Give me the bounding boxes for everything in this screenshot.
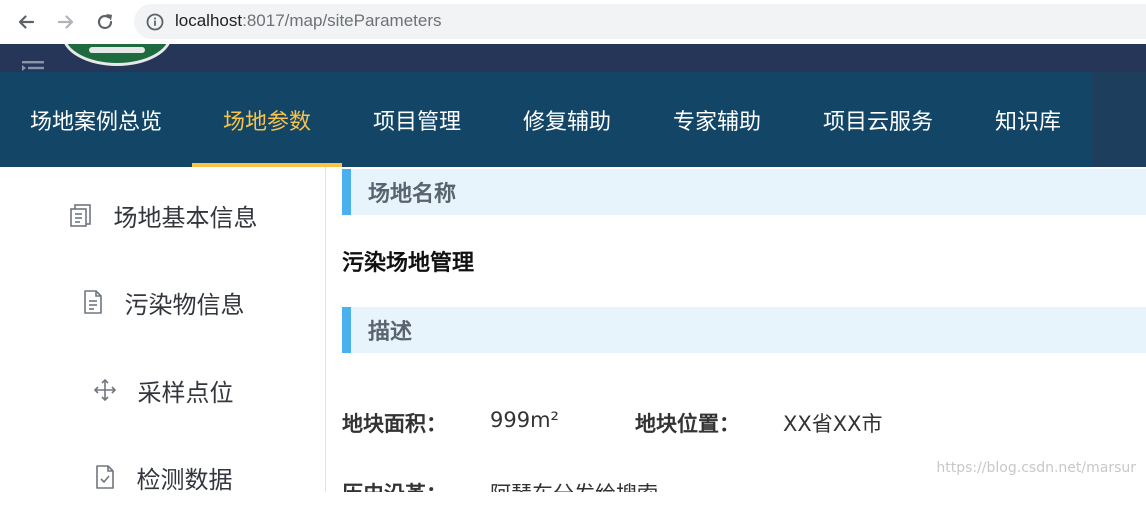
logo bbox=[62, 44, 172, 66]
sidebar-item-test-data[interactable]: 检测数据 bbox=[0, 447, 325, 507]
nav-project-cloud[interactable]: 项目云服务 bbox=[792, 72, 964, 167]
nav-edge bbox=[1092, 72, 1146, 167]
sidebar-item-sampling-points[interactable]: 采样点位 bbox=[0, 360, 325, 420]
sidebar-item-label: 采样点位 bbox=[138, 373, 234, 408]
site-name-value: 污染场地管理 bbox=[342, 245, 474, 277]
url-text: localhost:8017/map/siteParameters bbox=[175, 11, 442, 31]
field-value-history: 阿琴车分发给搜索 bbox=[490, 478, 658, 492]
app-header bbox=[0, 44, 1146, 72]
field-label-location: 地块位置： bbox=[635, 408, 740, 438]
address-bar[interactable]: localhost:8017/map/siteParameters bbox=[134, 4, 1146, 39]
field-value-area: 999m² bbox=[490, 408, 559, 432]
move-arrows-icon bbox=[92, 377, 118, 403]
document-check-icon bbox=[93, 464, 117, 490]
copy-document-icon bbox=[68, 202, 94, 228]
field-value-location: XX省XX市 bbox=[783, 408, 883, 438]
section-header-description: 描述 bbox=[342, 307, 1146, 353]
document-text-icon bbox=[81, 289, 105, 315]
forward-button[interactable] bbox=[53, 9, 79, 35]
nav-site-overview[interactable]: 场地案例总览 bbox=[0, 72, 192, 167]
sidebar-item-basic-info[interactable]: 场地基本信息 bbox=[0, 185, 325, 245]
menu-toggle-icon[interactable] bbox=[22, 60, 44, 72]
nav-knowledge-base[interactable]: 知识库 bbox=[964, 72, 1092, 167]
sidebar-item-label: 污染物信息 bbox=[125, 285, 245, 320]
nav-remediation-assist[interactable]: 修复辅助 bbox=[492, 72, 642, 167]
nav-site-parameters[interactable]: 场地参数 bbox=[192, 72, 342, 167]
watermark: https://blog.csdn.net/marsur bbox=[936, 460, 1136, 476]
sidebar: 场地基本信息 污染物信息 采样点位 bbox=[0, 167, 326, 492]
arrow-left-icon bbox=[16, 12, 36, 32]
sidebar-item-label: 场地基本信息 bbox=[114, 198, 258, 233]
nav-expert-assist[interactable]: 专家辅助 bbox=[642, 72, 792, 167]
field-label-history: 历史沿革： bbox=[342, 478, 447, 492]
section-header-site-name: 场地名称 bbox=[342, 169, 1146, 215]
url-path: :8017/map/siteParameters bbox=[242, 11, 441, 30]
field-label-area: 地块面积： bbox=[342, 408, 447, 438]
arrow-right-icon bbox=[56, 12, 76, 32]
reload-button[interactable] bbox=[92, 9, 118, 35]
reload-icon bbox=[95, 12, 115, 32]
nav-project-management[interactable]: 项目管理 bbox=[342, 72, 492, 167]
info-icon[interactable] bbox=[146, 13, 164, 31]
main-content: 场地名称 污染场地管理 描述 地块面积： 999m² 地块位置： XX省XX市 … bbox=[326, 167, 1146, 492]
browser-toolbar: localhost:8017/map/siteParameters bbox=[0, 0, 1146, 44]
top-navigation: 场地案例总览 场地参数 项目管理 修复辅助 专家辅助 项目云服务 知识库 bbox=[0, 72, 1146, 167]
sidebar-item-label: 检测数据 bbox=[137, 460, 233, 495]
back-button[interactable] bbox=[13, 9, 39, 35]
url-host: localhost bbox=[175, 11, 242, 30]
sidebar-item-pollutant-info[interactable]: 污染物信息 bbox=[0, 272, 325, 332]
